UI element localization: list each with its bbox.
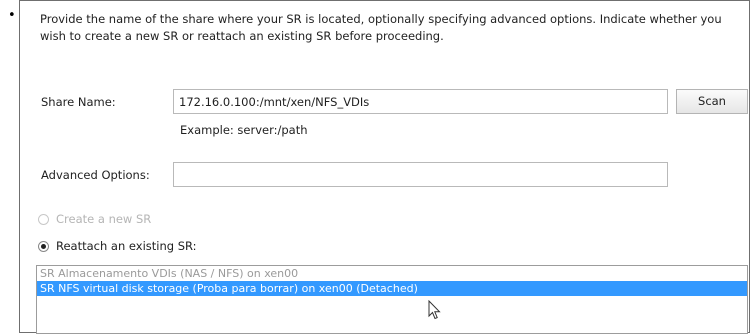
share-name-input[interactable]: 172.16.0.100:/mnt/xen/NFS_VDIs <box>173 89 668 114</box>
advanced-options-input[interactable] <box>173 162 668 187</box>
list-item-selected[interactable]: SR NFS virtual disk storage (Proba para … <box>37 281 747 296</box>
instruction-text: Provide the name of the share where your… <box>40 12 722 43</box>
new-sr-wizard-panel: Provide the name of the share where your… <box>19 0 750 334</box>
share-name-example: Example: server:/path <box>180 123 308 137</box>
list-item[interactable]: SR Almacenamento VDIs (NAS / NFS) on xen… <box>37 266 747 281</box>
create-new-sr-radio[interactable] <box>38 213 49 225</box>
reattach-sr-option[interactable]: Reattach an existing SR: <box>38 239 197 253</box>
reattach-sr-radio[interactable] <box>38 240 49 252</box>
mouse-pointer-icon <box>428 300 441 320</box>
create-new-sr-label: Create a new SR <box>56 212 152 226</box>
share-name-label: Share Name: <box>41 95 116 109</box>
reattach-sr-label: Reattach an existing SR: <box>56 239 197 253</box>
existing-sr-list[interactable]: SR Almacenamento VDIs (NAS / NFS) on xen… <box>36 265 748 334</box>
advanced-options-label: Advanced Options: <box>41 168 150 182</box>
bullet-point: • <box>8 8 16 23</box>
create-new-sr-option[interactable]: Create a new SR <box>38 212 151 226</box>
scan-button[interactable]: Scan <box>676 89 748 114</box>
